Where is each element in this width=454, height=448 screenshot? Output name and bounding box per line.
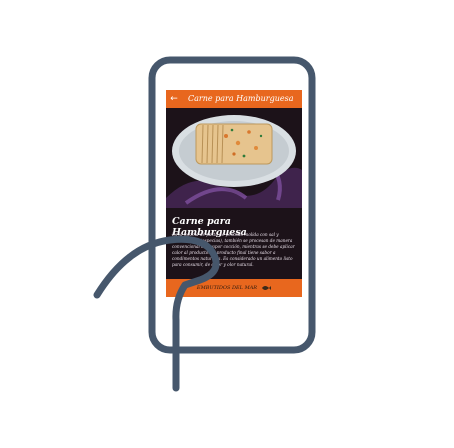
hand-outline xyxy=(93,235,220,392)
illustration: ← Carne para Hamburguesa Carne para Hamb… xyxy=(0,0,454,448)
